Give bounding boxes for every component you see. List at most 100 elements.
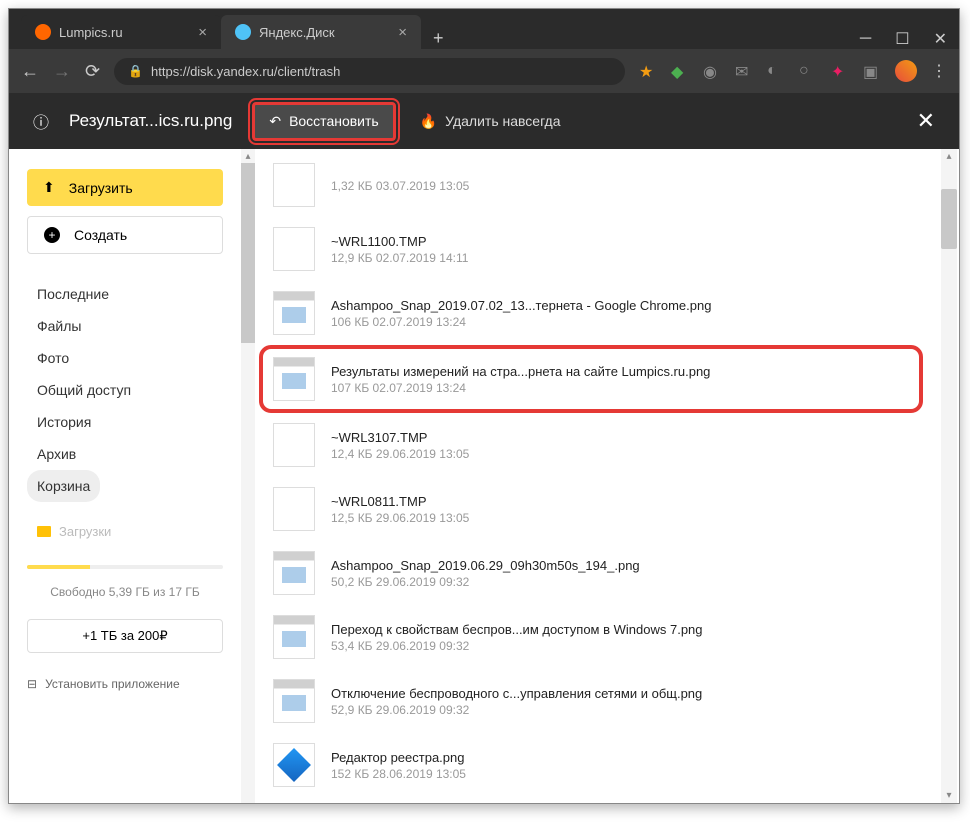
file-list: 1,32 КБ 03.07.2019 13:05 ~WRL1100.TMP 12,9… (255, 149, 943, 803)
nav-trash[interactable]: Корзина (27, 470, 100, 502)
shield-icon[interactable]: ◆ (671, 62, 689, 80)
file-row[interactable]: Отключение беспроводного с...управления … (259, 669, 923, 733)
scrollbar-thumb[interactable] (941, 189, 957, 249)
tab-bar: Lumpics.ru × Яндекс.Диск × + ─ ☐ ✕ (9, 9, 959, 49)
file-meta: 106 КБ 02.07.2019 13:24 (331, 315, 711, 329)
file-info: Отключение беспроводного с...управления … (331, 686, 702, 717)
new-tab-button[interactable]: + (421, 28, 456, 49)
file-info: Результаты измерений на стра...рнета на … (331, 364, 710, 395)
address-bar: ← → ⟳ 🔒 https://disk.yandex.ru/client/tr… (9, 49, 959, 93)
file-name: ~WRL1100.TMP (331, 234, 468, 249)
restore-icon: ↶ (269, 113, 281, 130)
nav-archive[interactable]: Архив (27, 438, 223, 470)
main-scrollbar[interactable]: ▴ ▾ (941, 149, 957, 803)
file-meta: 12,9 КБ 02.07.2019 14:11 (331, 251, 468, 265)
tab-favicon (235, 24, 251, 40)
upload-button[interactable]: ⬆ Загрузить (27, 169, 223, 206)
tab-label: Яндекс.Диск (259, 25, 335, 40)
file-info: ~WRL3107.TMP 12,4 КБ 29.06.2019 13:05 (331, 430, 469, 461)
create-button[interactable]: + Создать (27, 216, 223, 254)
file-thumbnail (273, 487, 315, 531)
file-row[interactable]: Ashampoo_Snap_2019.07.02_13...тернета - … (259, 281, 923, 345)
file-name: Переход к свойствам беспров...им доступо… (331, 622, 703, 637)
info-icon[interactable]: ⓘ (33, 109, 49, 133)
install-app-link[interactable]: ⊟ Установить приложение (27, 677, 223, 691)
file-info: ~WRL1100.TMP 12,9 КБ 02.07.2019 14:11 (331, 234, 468, 265)
extensions: ★ ◆ ◉ ✉ ◐ ○ ✦ ▣ ⋮ (639, 60, 947, 82)
close-window-button[interactable]: ✕ (934, 29, 947, 49)
mail-icon[interactable]: ✉ (735, 62, 753, 80)
file-row[interactable]: Редактор реестра.png152 КБ 28.06.2019 13… (259, 733, 923, 797)
globe-icon[interactable]: ◉ (703, 62, 721, 80)
reload-button[interactable]: ⟳ (85, 61, 100, 82)
restore-button[interactable]: ↶ Восстановить (252, 102, 395, 141)
close-panel-button[interactable]: ✕ (917, 108, 935, 134)
file-meta: 152 КБ 28.06.2019 13:05 (331, 767, 466, 781)
star-icon[interactable]: ★ (639, 62, 657, 80)
file-thumbnail (273, 357, 315, 401)
forward-button[interactable]: → (53, 61, 71, 82)
file-row[interactable]: ~WRL0811.TMP12,5 КБ 29.06.2019 13:05 (259, 477, 923, 541)
file-row[interactable]: Переход к свойствам беспров...им доступо… (259, 605, 923, 669)
selected-file-title: Результат...ics.ru.png (69, 111, 232, 131)
file-meta: 107 КБ 02.07.2019 13:24 (331, 381, 710, 395)
nav-photos[interactable]: Фото (27, 342, 223, 374)
file-row[interactable]: 1,32 КБ 03.07.2019 13:05 (259, 153, 923, 217)
delete-label: Удалить навсегда (445, 113, 560, 129)
avatar[interactable] (895, 60, 917, 82)
nav-files[interactable]: Файлы (27, 310, 223, 342)
maximize-button[interactable]: ☐ (895, 29, 909, 49)
ext-icon[interactable]: ✦ (831, 62, 849, 80)
close-icon[interactable]: × (198, 24, 207, 41)
file-row[interactable]: Результаты измерений на стра...рнета на … (259, 345, 923, 413)
file-meta: 1,32 КБ 03.07.2019 13:05 (331, 179, 469, 193)
file-name: ~WRL3107.TMP (331, 430, 469, 445)
file-row[interactable]: ~WRL1100.TMP 12,9 КБ 02.07.2019 14:11 (259, 217, 923, 281)
create-label: Создать (74, 227, 127, 243)
file-meta: 12,4 КБ 29.06.2019 13:05 (331, 447, 469, 461)
file-info: Ashampoo_Snap_2019.06.29_09h30m50s_194_.… (331, 558, 640, 589)
file-name: Ashampoo_Snap_2019.07.02_13...тернета - … (331, 298, 711, 313)
plus-icon: + (44, 227, 60, 243)
sidebar: ⬆ Загрузить + Создать Последние Файлы Фо… (9, 149, 241, 803)
file-info: Ashampoo_Snap_2019.07.02_13...тернета - … (331, 298, 711, 329)
nav-shared[interactable]: Общий доступ (27, 374, 223, 406)
nav-recent[interactable]: Последние (27, 278, 223, 310)
install-label: Установить приложение (45, 677, 180, 691)
file-meta: 52,9 КБ 29.06.2019 09:32 (331, 703, 702, 717)
minimize-button[interactable]: ─ (860, 30, 871, 48)
menu-button[interactable]: ⋮ (931, 61, 947, 81)
close-icon[interactable]: × (398, 24, 407, 41)
upload-icon: ⬆ (43, 179, 55, 196)
tab-yandex-disk[interactable]: Яндекс.Диск × (221, 15, 421, 49)
delete-forever-button[interactable]: 🔥 Удалить навсегда (416, 105, 565, 138)
file-thumbnail (273, 163, 315, 207)
download-icon: ⊟ (27, 677, 37, 691)
file-row[interactable]: ~WRL2631.TMP28.06.2019 13:05 (259, 797, 923, 803)
file-meta: 50,2 КБ 29.06.2019 09:32 (331, 575, 640, 589)
url-input[interactable]: 🔒 https://disk.yandex.ru/client/trash (114, 58, 625, 85)
file-row[interactable]: Ashampoo_Snap_2019.06.29_09h30m50s_194_.… (259, 541, 923, 605)
file-info: Редактор реестра.png152 КБ 28.06.2019 13… (331, 750, 466, 781)
storage-bar (27, 565, 223, 569)
file-info: Переход к свойствам беспров...им доступо… (331, 622, 703, 653)
sidebar-scrollbar[interactable]: ▴ (241, 149, 255, 803)
back-button[interactable]: ← (21, 61, 39, 82)
tab-label: Lumpics.ru (59, 25, 123, 40)
tab-lumpics[interactable]: Lumpics.ru × (21, 15, 221, 49)
ext-icon[interactable]: ○ (799, 62, 817, 80)
ext-icon[interactable]: ◐ (767, 62, 785, 80)
restore-label: Восстановить (289, 113, 379, 129)
folder-icon (37, 526, 51, 537)
nav-history[interactable]: История (27, 406, 223, 438)
file-thumbnail (273, 227, 315, 271)
upgrade-button[interactable]: +1 ТБ за 200₽ (27, 619, 223, 653)
url-text: https://disk.yandex.ru/client/trash (151, 64, 340, 79)
file-info: 1,32 КБ 03.07.2019 13:05 (331, 177, 469, 193)
file-thumbnail (273, 615, 315, 659)
ext-icon[interactable]: ▣ (863, 62, 881, 80)
folder-downloads[interactable]: Загрузки (27, 518, 223, 545)
file-row[interactable]: ~WRL3107.TMP 12,4 КБ 29.06.2019 13:05 (259, 413, 923, 477)
scrollbar-thumb[interactable] (241, 163, 255, 343)
action-bar: ⓘ Результат...ics.ru.png ↶ Восстановить … (9, 93, 959, 149)
